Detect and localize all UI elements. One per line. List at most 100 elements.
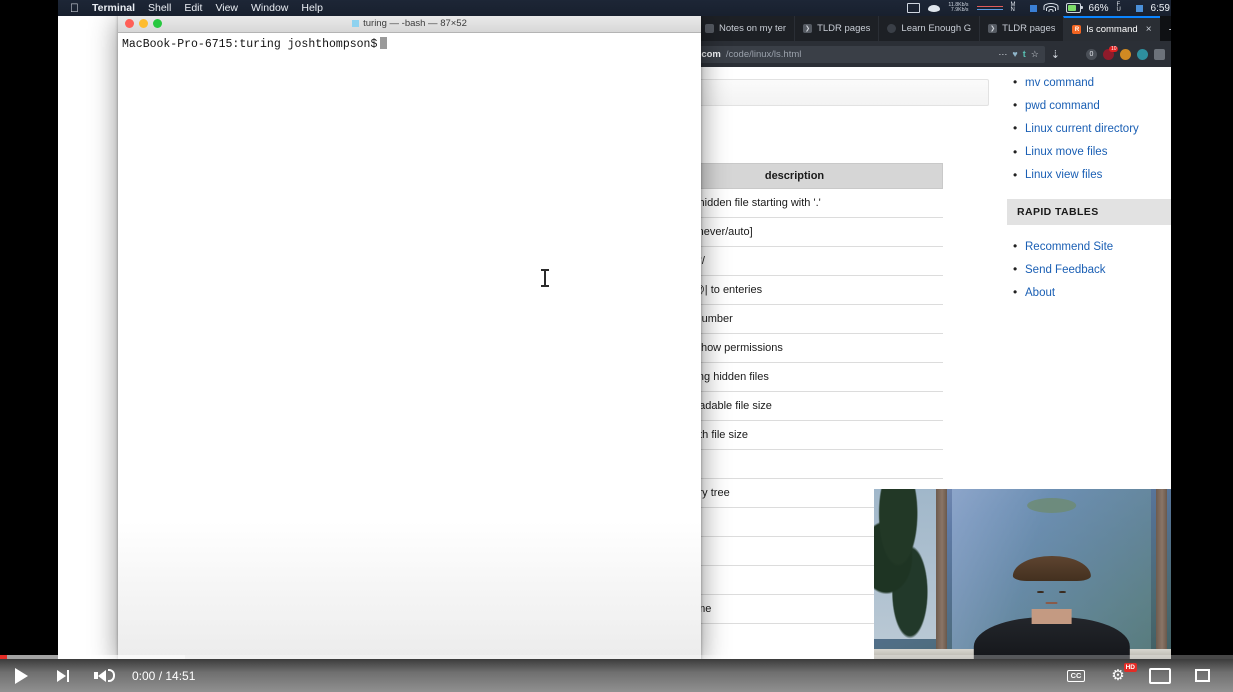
terminal-window[interactable]: turing — -bash — 87×52 MacBook-Pro-6715:… bbox=[118, 14, 701, 659]
volume-square-icon[interactable] bbox=[1135, 4, 1143, 12]
sidebar-link-list-primary: mv command pwd command Linux current dir… bbox=[1007, 71, 1171, 187]
tumblr-icon[interactable]: t bbox=[1023, 49, 1026, 59]
sidebar-item-recommend-site[interactable]: Recommend Site bbox=[1007, 235, 1171, 258]
terminal-title-bar[interactable]: turing — -bash — 87×52 bbox=[118, 14, 701, 33]
browser-tab-tldr-1[interactable]: ❯ TLDR pages bbox=[794, 16, 879, 41]
browser-tab-label: ls command bbox=[1086, 24, 1138, 35]
settings-button[interactable]: ⚙ HD bbox=[1097, 659, 1139, 692]
ext-icon-teal[interactable] bbox=[1137, 48, 1148, 60]
player-left-controls: 0:00 / 14:51 bbox=[0, 659, 195, 692]
next-icon bbox=[56, 669, 70, 682]
cc-icon: CC bbox=[1066, 669, 1086, 682]
browser-tab-notes[interactable]: Notes on my ter bbox=[696, 16, 795, 41]
play-button[interactable] bbox=[0, 659, 42, 692]
clock-label[interactable]: 6:59 bbox=[1151, 3, 1170, 14]
bookmark-star-icon[interactable]: ☆ bbox=[1031, 49, 1039, 60]
terminal-title-text: turing — -bash — 87×52 bbox=[363, 17, 467, 29]
sidebar-item-linux-current-directory[interactable]: Linux current directory bbox=[1007, 117, 1171, 140]
sidebar-item-linux-view-files[interactable]: Linux view files bbox=[1007, 164, 1171, 187]
stats-icon[interactable]: MN bbox=[1011, 2, 1022, 14]
display-icon[interactable] bbox=[907, 3, 921, 13]
url-address-bar[interactable]: rapidtables.com/code/linux/ls.html ⋯ ♥ t… bbox=[642, 45, 1045, 63]
browser-tab-learn-enough[interactable]: Learn Enough G bbox=[878, 16, 980, 41]
browser-tab-strip: Notes on my ter ❯ TLDR pages Learn Enoug… bbox=[636, 16, 1171, 41]
apple-icon[interactable]:  bbox=[70, 2, 79, 14]
close-tab-icon[interactable]: × bbox=[1146, 24, 1152, 35]
sidebar-item-mv-command[interactable]: mv command bbox=[1007, 71, 1171, 94]
browser-tab-label: Notes on my ter bbox=[719, 23, 787, 34]
fullscreen-icon bbox=[1194, 669, 1210, 682]
ext-icon-grey[interactable] bbox=[1154, 48, 1165, 60]
sidebar-item-about[interactable]: About bbox=[1007, 281, 1171, 304]
battery-percent-label: 66% bbox=[1088, 2, 1109, 14]
theater-mode-button[interactable] bbox=[1139, 659, 1181, 692]
browser-tab-label: TLDR pages bbox=[1002, 23, 1056, 34]
webcam-person bbox=[973, 554, 1130, 659]
video-progress-bar[interactable] bbox=[0, 655, 1233, 659]
bluetooth-icon[interactable] bbox=[1029, 4, 1037, 12]
terminal-body[interactable]: MacBook-Pro-6715:turing joshthompson$ bbox=[118, 33, 701, 659]
video-player-controls: 0:00 / 14:51 CC ⚙ HD bbox=[0, 655, 1233, 692]
next-video-button[interactable] bbox=[42, 659, 84, 692]
cloud-icon[interactable] bbox=[928, 4, 941, 12]
browser-tab-ls-command[interactable]: R ls command × bbox=[1063, 16, 1160, 41]
ext-icon-0[interactable]: 0 bbox=[1086, 48, 1097, 60]
time-display: 0:00 / 14:51 bbox=[132, 668, 196, 683]
tab-favicon-icon: R bbox=[1072, 25, 1082, 34]
menu-item-edit[interactable]: Edit bbox=[184, 2, 202, 14]
pocket-icon[interactable]: ♥ bbox=[1012, 49, 1017, 59]
keyboard-input-icon[interactable]: FU bbox=[1117, 2, 1128, 14]
hd-badge: HD bbox=[1123, 663, 1137, 672]
captions-button[interactable]: CC bbox=[1055, 659, 1097, 692]
sidebar-link-list-secondary: Recommend Site Send Feedback About bbox=[1007, 235, 1171, 305]
download-icon[interactable]: ⇣ bbox=[1051, 48, 1060, 61]
tab-favicon-icon bbox=[705, 24, 714, 33]
tab-favicon-icon: ❯ bbox=[988, 24, 998, 33]
player-right-controls: CC ⚙ HD bbox=[1055, 659, 1233, 692]
tab-favicon-icon: ❯ bbox=[803, 24, 813, 33]
webcam-window-frame-right bbox=[1155, 489, 1167, 659]
sidebar-item-send-feedback[interactable]: Send Feedback bbox=[1007, 258, 1171, 281]
screenshot-root: Notes on my ter ❯ TLDR pages Learn Enoug… bbox=[0, 0, 1233, 692]
ext-badge-count: 10 bbox=[1109, 45, 1118, 52]
webcam-person-hair bbox=[1012, 555, 1091, 582]
menu-item-window[interactable]: Window bbox=[251, 2, 288, 14]
menu-item-shell[interactable]: Shell bbox=[148, 2, 171, 14]
network-speed-readout: 11.8Kb/s 7.9Kb/s bbox=[948, 2, 969, 14]
webcam-window-frame-left bbox=[936, 489, 948, 659]
battery-icon[interactable] bbox=[1065, 3, 1083, 13]
wifi-icon[interactable] bbox=[1043, 3, 1059, 13]
video-loaded-range bbox=[0, 655, 185, 659]
webcam-tree-left bbox=[874, 489, 945, 639]
fullscreen-button[interactable] bbox=[1181, 659, 1223, 692]
mac-menu-bar:  Terminal Shell Edit View Window Help 1… bbox=[58, 0, 1171, 16]
letterbox-left bbox=[0, 0, 58, 659]
sidebar-section-title: RAPID TABLES bbox=[1007, 198, 1171, 225]
volume-button[interactable] bbox=[84, 659, 126, 692]
ext-icon-badged[interactable]: 10 bbox=[1103, 45, 1118, 60]
terminal-prompt: MacBook-Pro-6715:turing joshthompson$ bbox=[122, 38, 378, 51]
more-icon[interactable]: ⋯ bbox=[998, 49, 1007, 60]
webcam-overlay bbox=[874, 489, 1171, 659]
ext-icon-orange[interactable] bbox=[1120, 48, 1131, 60]
browser-navigation-bar: rapidtables.com/code/linux/ls.html ⋯ ♥ t… bbox=[636, 41, 1171, 67]
url-path: /code/linux/ls.html bbox=[725, 48, 802, 60]
tab-favicon-icon bbox=[887, 24, 897, 33]
terminal-title-text-wrap: turing — -bash — 87×52 bbox=[118, 18, 701, 29]
video-played-range bbox=[0, 655, 8, 659]
new-tab-button[interactable]: + bbox=[1160, 16, 1171, 41]
browser-tab-label: TLDR pages bbox=[817, 23, 871, 34]
play-icon bbox=[14, 667, 28, 684]
browser-tab-label: Learn Enough G bbox=[901, 23, 972, 34]
webcam-person-eye-left bbox=[1037, 590, 1044, 593]
webcam-person-mouth bbox=[1045, 602, 1058, 604]
network-upload-speed: 7.9Kb/s bbox=[950, 7, 969, 13]
browser-tab-tldr-2[interactable]: ❯ TLDR pages bbox=[979, 16, 1064, 41]
menu-item-view[interactable]: View bbox=[215, 2, 238, 14]
recorded-screen: Notes on my ter ❯ TLDR pages Learn Enoug… bbox=[58, 0, 1171, 659]
sidebar-item-pwd-command[interactable]: pwd command bbox=[1007, 94, 1171, 117]
sidebar-item-linux-move-files[interactable]: Linux move files bbox=[1007, 141, 1171, 164]
menu-item-terminal[interactable]: Terminal bbox=[92, 2, 135, 14]
menu-item-help[interactable]: Help bbox=[301, 2, 323, 14]
theater-icon bbox=[1149, 667, 1171, 684]
